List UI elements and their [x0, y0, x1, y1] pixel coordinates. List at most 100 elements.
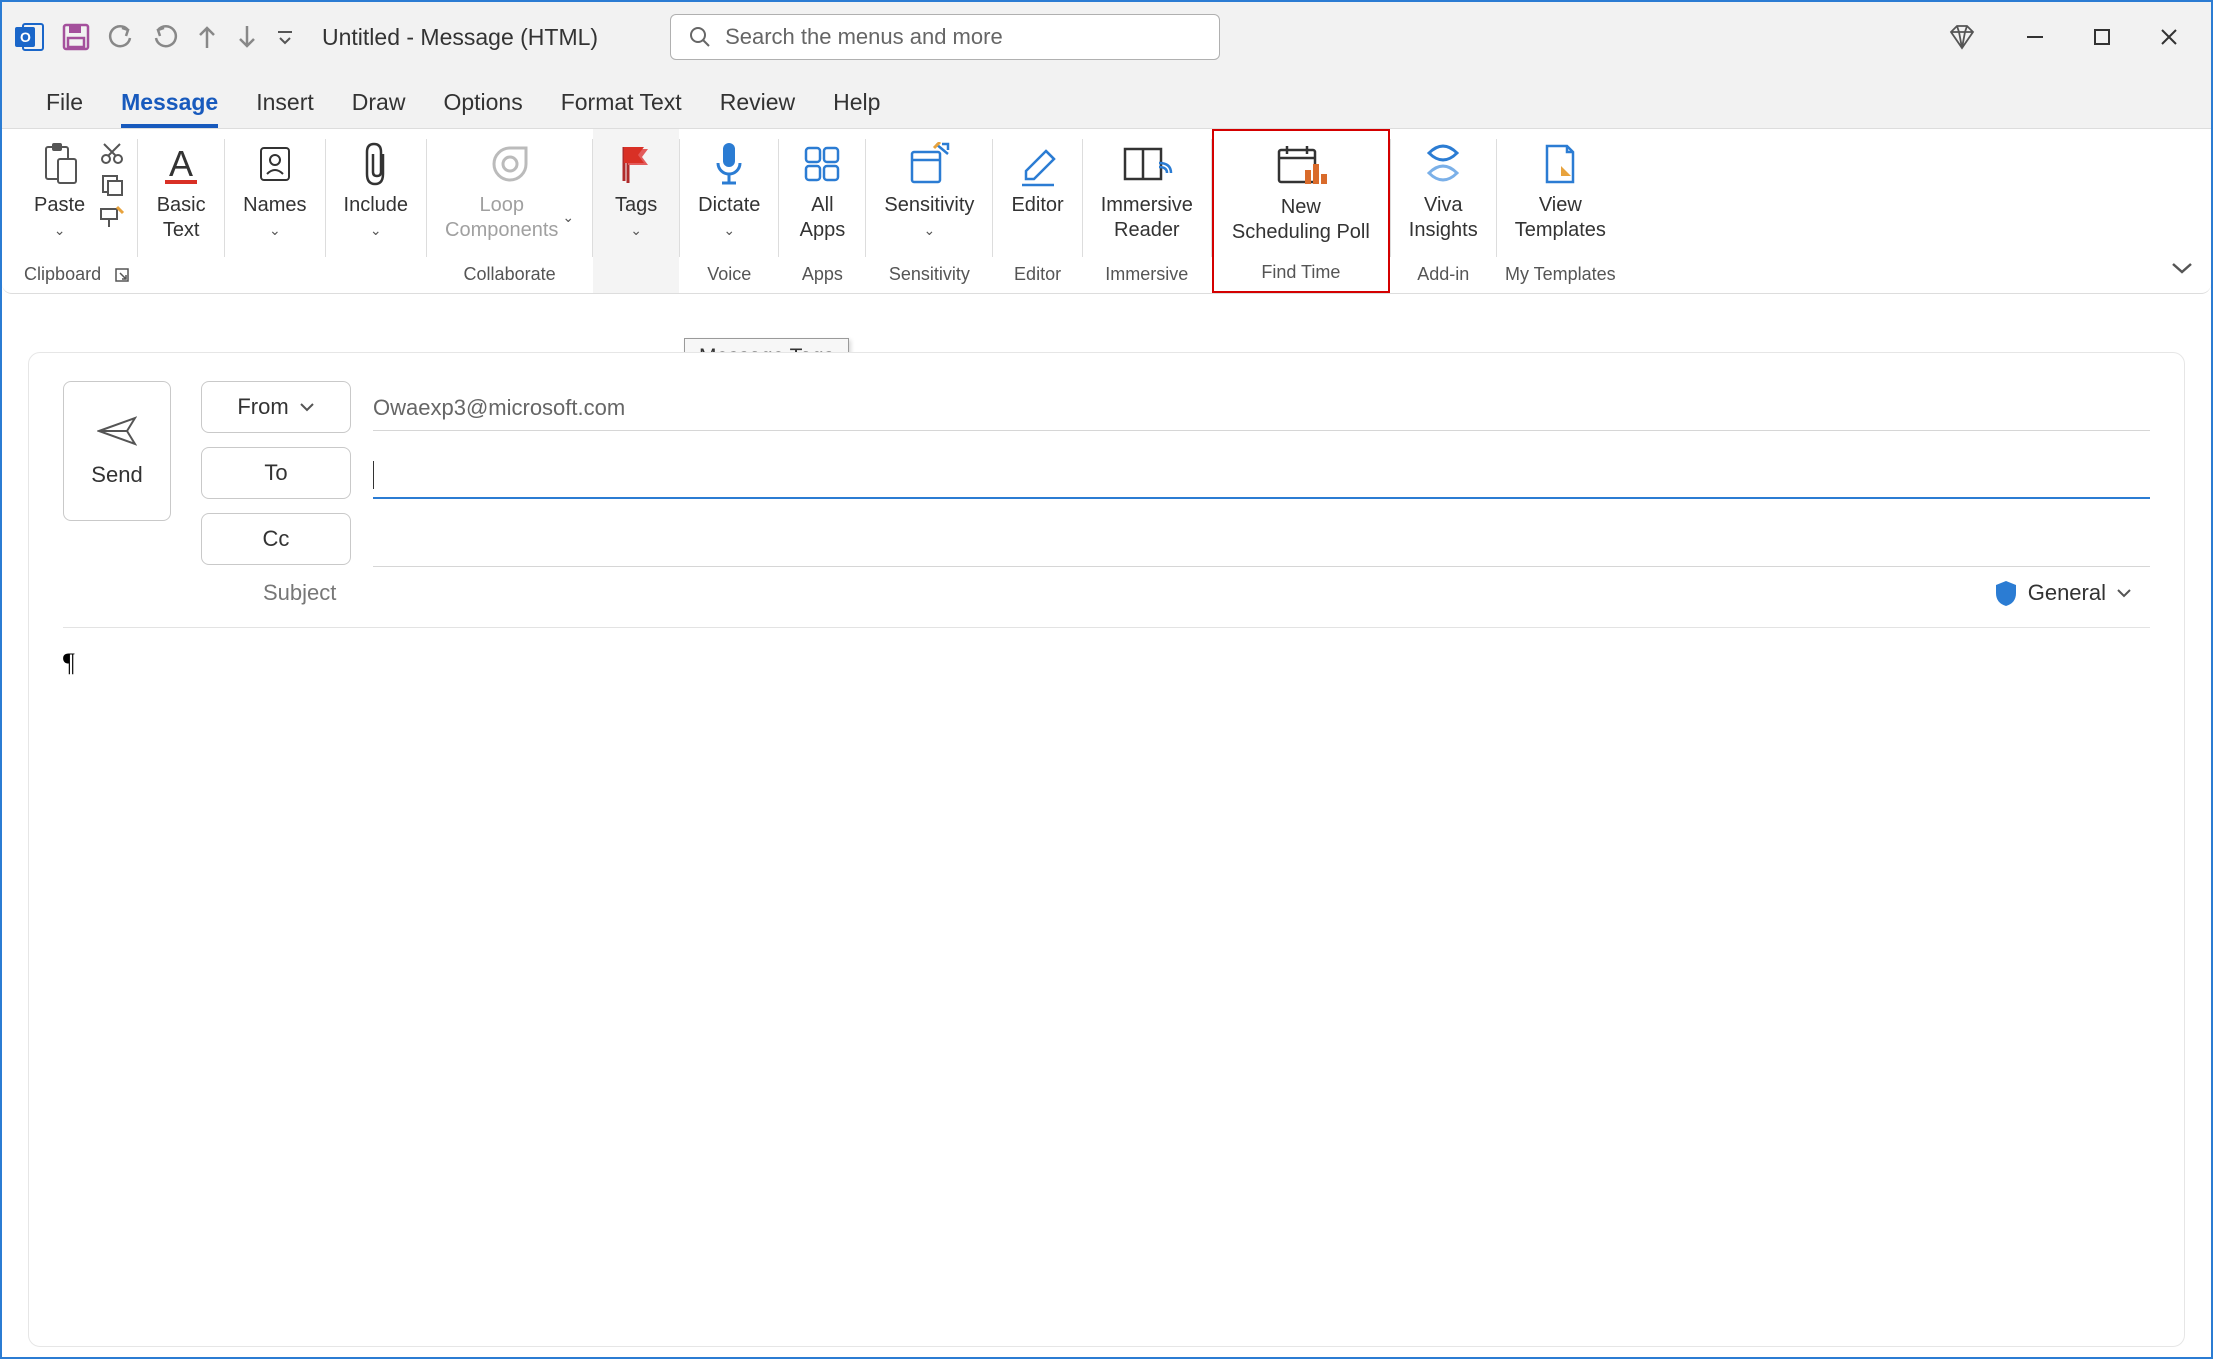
apps-icon — [802, 139, 842, 189]
maximize-button[interactable] — [2093, 28, 2111, 46]
compose-area: Send From To Cc Owaexp3@microsoft.com Su… — [28, 352, 2185, 1347]
tab-help[interactable]: Help — [833, 89, 880, 128]
group-clipboard: Paste ⌄ Clipboard — [16, 129, 137, 293]
viva-icon — [1419, 139, 1467, 189]
dictate-button[interactable]: Dictate ⌄ — [688, 135, 770, 239]
chevron-down-icon: ⌄ — [370, 222, 382, 239]
group-basic-text: A Basic Text — [138, 129, 224, 293]
include-button[interactable]: Include ⌄ — [334, 135, 419, 239]
cc-button[interactable]: Cc — [201, 513, 351, 565]
redo-icon[interactable] — [152, 24, 178, 50]
voice-group-label: Voice — [707, 264, 751, 287]
sensitivity-value: General — [2028, 580, 2106, 606]
to-label: To — [264, 460, 287, 486]
qat-customize-icon[interactable] — [276, 28, 294, 46]
close-button[interactable] — [2159, 27, 2179, 47]
svg-text:A: A — [169, 143, 193, 184]
flag-icon — [616, 139, 656, 189]
tab-insert[interactable]: Insert — [256, 89, 314, 128]
tab-draw[interactable]: Draw — [352, 89, 406, 128]
tab-format-text[interactable]: Format Text — [561, 89, 682, 128]
tags-button[interactable]: Tags ⌄ — [601, 135, 671, 239]
editor-icon — [1018, 139, 1058, 189]
ribbon-collapse-icon[interactable] — [2171, 260, 2193, 279]
from-label: From — [237, 394, 288, 420]
immersive-reader-button[interactable]: Immersive Reader — [1091, 135, 1203, 243]
sensitivity-label: Sensitivity — [884, 193, 974, 218]
group-addin: Viva Insights Add-in — [1391, 129, 1496, 293]
collaborate-group-label: Collaborate — [464, 264, 556, 287]
group-find-time: New Scheduling Poll Find Time — [1212, 129, 1390, 293]
font-icon: A — [159, 139, 203, 189]
names-button[interactable]: Names ⌄ — [233, 135, 316, 239]
send-label: Send — [91, 462, 142, 488]
all-apps-button[interactable]: All Apps — [787, 135, 857, 243]
sensitivity-button[interactable]: Sensitivity ⌄ — [874, 135, 984, 239]
chevron-down-icon: ⌄ — [924, 222, 936, 239]
immersive-icon — [1121, 139, 1173, 189]
viva-label: Viva Insights — [1409, 193, 1478, 243]
sensitivity-icon — [906, 139, 952, 189]
save-icon[interactable] — [62, 23, 90, 51]
to-field[interactable] — [373, 453, 2150, 499]
search-placeholder: Search the menus and more — [725, 24, 1003, 50]
paste-button[interactable]: Paste ⌄ — [24, 135, 95, 239]
format-painter-icon[interactable] — [99, 205, 125, 229]
templates-icon — [1541, 139, 1579, 189]
basic-text-button[interactable]: A Basic Text — [146, 135, 216, 243]
my-templates-group-label: My Templates — [1505, 264, 1616, 287]
sensitivity-selector[interactable]: General — [1994, 579, 2132, 607]
all-apps-label: All Apps — [800, 193, 846, 243]
copy-icon[interactable] — [100, 173, 124, 197]
chevron-down-icon — [2116, 587, 2132, 599]
tab-file[interactable]: File — [46, 89, 83, 128]
immersive-group-label: Immersive — [1105, 264, 1188, 287]
view-templates-button[interactable]: View Templates — [1505, 135, 1616, 243]
cc-field[interactable] — [373, 521, 2150, 567]
new-poll-label: New Scheduling Poll — [1232, 195, 1370, 245]
up-arrow-icon[interactable] — [196, 24, 218, 50]
group-collaborate: Loop Components⌄ Collaborate — [427, 129, 592, 293]
editor-group-label: Editor — [1014, 264, 1061, 287]
dictate-label: Dictate — [698, 193, 760, 218]
group-editor: Editor Editor — [993, 129, 1081, 293]
send-icon — [97, 414, 137, 448]
shield-icon — [1994, 579, 2018, 607]
tab-options[interactable]: Options — [443, 89, 522, 128]
viva-insights-button[interactable]: Viva Insights — [1399, 135, 1488, 243]
ribbon-tabs: File Message Insert Draw Options Format … — [2, 72, 2211, 128]
undo-icon[interactable] — [108, 24, 134, 50]
title-bar: O Untitled - Message (HTML) Search the m… — [2, 2, 2211, 72]
find-time-group-label: Find Time — [1261, 262, 1340, 285]
cut-icon[interactable] — [100, 141, 124, 165]
group-immersive: Immersive Reader Immersive — [1083, 129, 1211, 293]
tab-message[interactable]: Message — [121, 89, 218, 128]
new-scheduling-poll-button[interactable]: New Scheduling Poll — [1222, 137, 1380, 245]
outlook-icon: O — [14, 22, 44, 52]
chevron-down-icon: ⌄ — [54, 222, 66, 239]
to-button[interactable]: To — [201, 447, 351, 499]
search-box[interactable]: Search the menus and more — [670, 14, 1220, 60]
minimize-button[interactable] — [2025, 27, 2045, 47]
sensitivity-group-label: Sensitivity — [889, 264, 970, 287]
down-arrow-icon[interactable] — [236, 24, 258, 50]
diamond-icon[interactable] — [1947, 24, 1977, 50]
window-title: Untitled - Message (HTML) — [322, 24, 598, 51]
dialog-launcher-icon[interactable] — [115, 268, 129, 282]
group-my-templates: View Templates My Templates — [1497, 129, 1624, 293]
tab-review[interactable]: Review — [720, 89, 795, 128]
paste-icon — [40, 139, 80, 189]
from-button[interactable]: From — [201, 381, 351, 433]
chevron-down-icon: ⌄ — [723, 222, 735, 239]
loop-icon — [488, 139, 532, 189]
send-button[interactable]: Send — [63, 381, 171, 521]
editor-button[interactable]: Editor — [1001, 135, 1073, 218]
apps-group-label: Apps — [802, 264, 843, 287]
svg-text:O: O — [20, 29, 31, 45]
message-body[interactable]: ¶ — [63, 642, 2150, 678]
immersive-reader-label: Immersive Reader — [1101, 193, 1193, 243]
group-tags: Tags ⌄ — [593, 129, 679, 293]
view-templates-label: View Templates — [1515, 193, 1606, 243]
chevron-down-icon — [299, 401, 315, 413]
ribbon: Paste ⌄ Clipboard A Basic Text — [2, 128, 2211, 294]
